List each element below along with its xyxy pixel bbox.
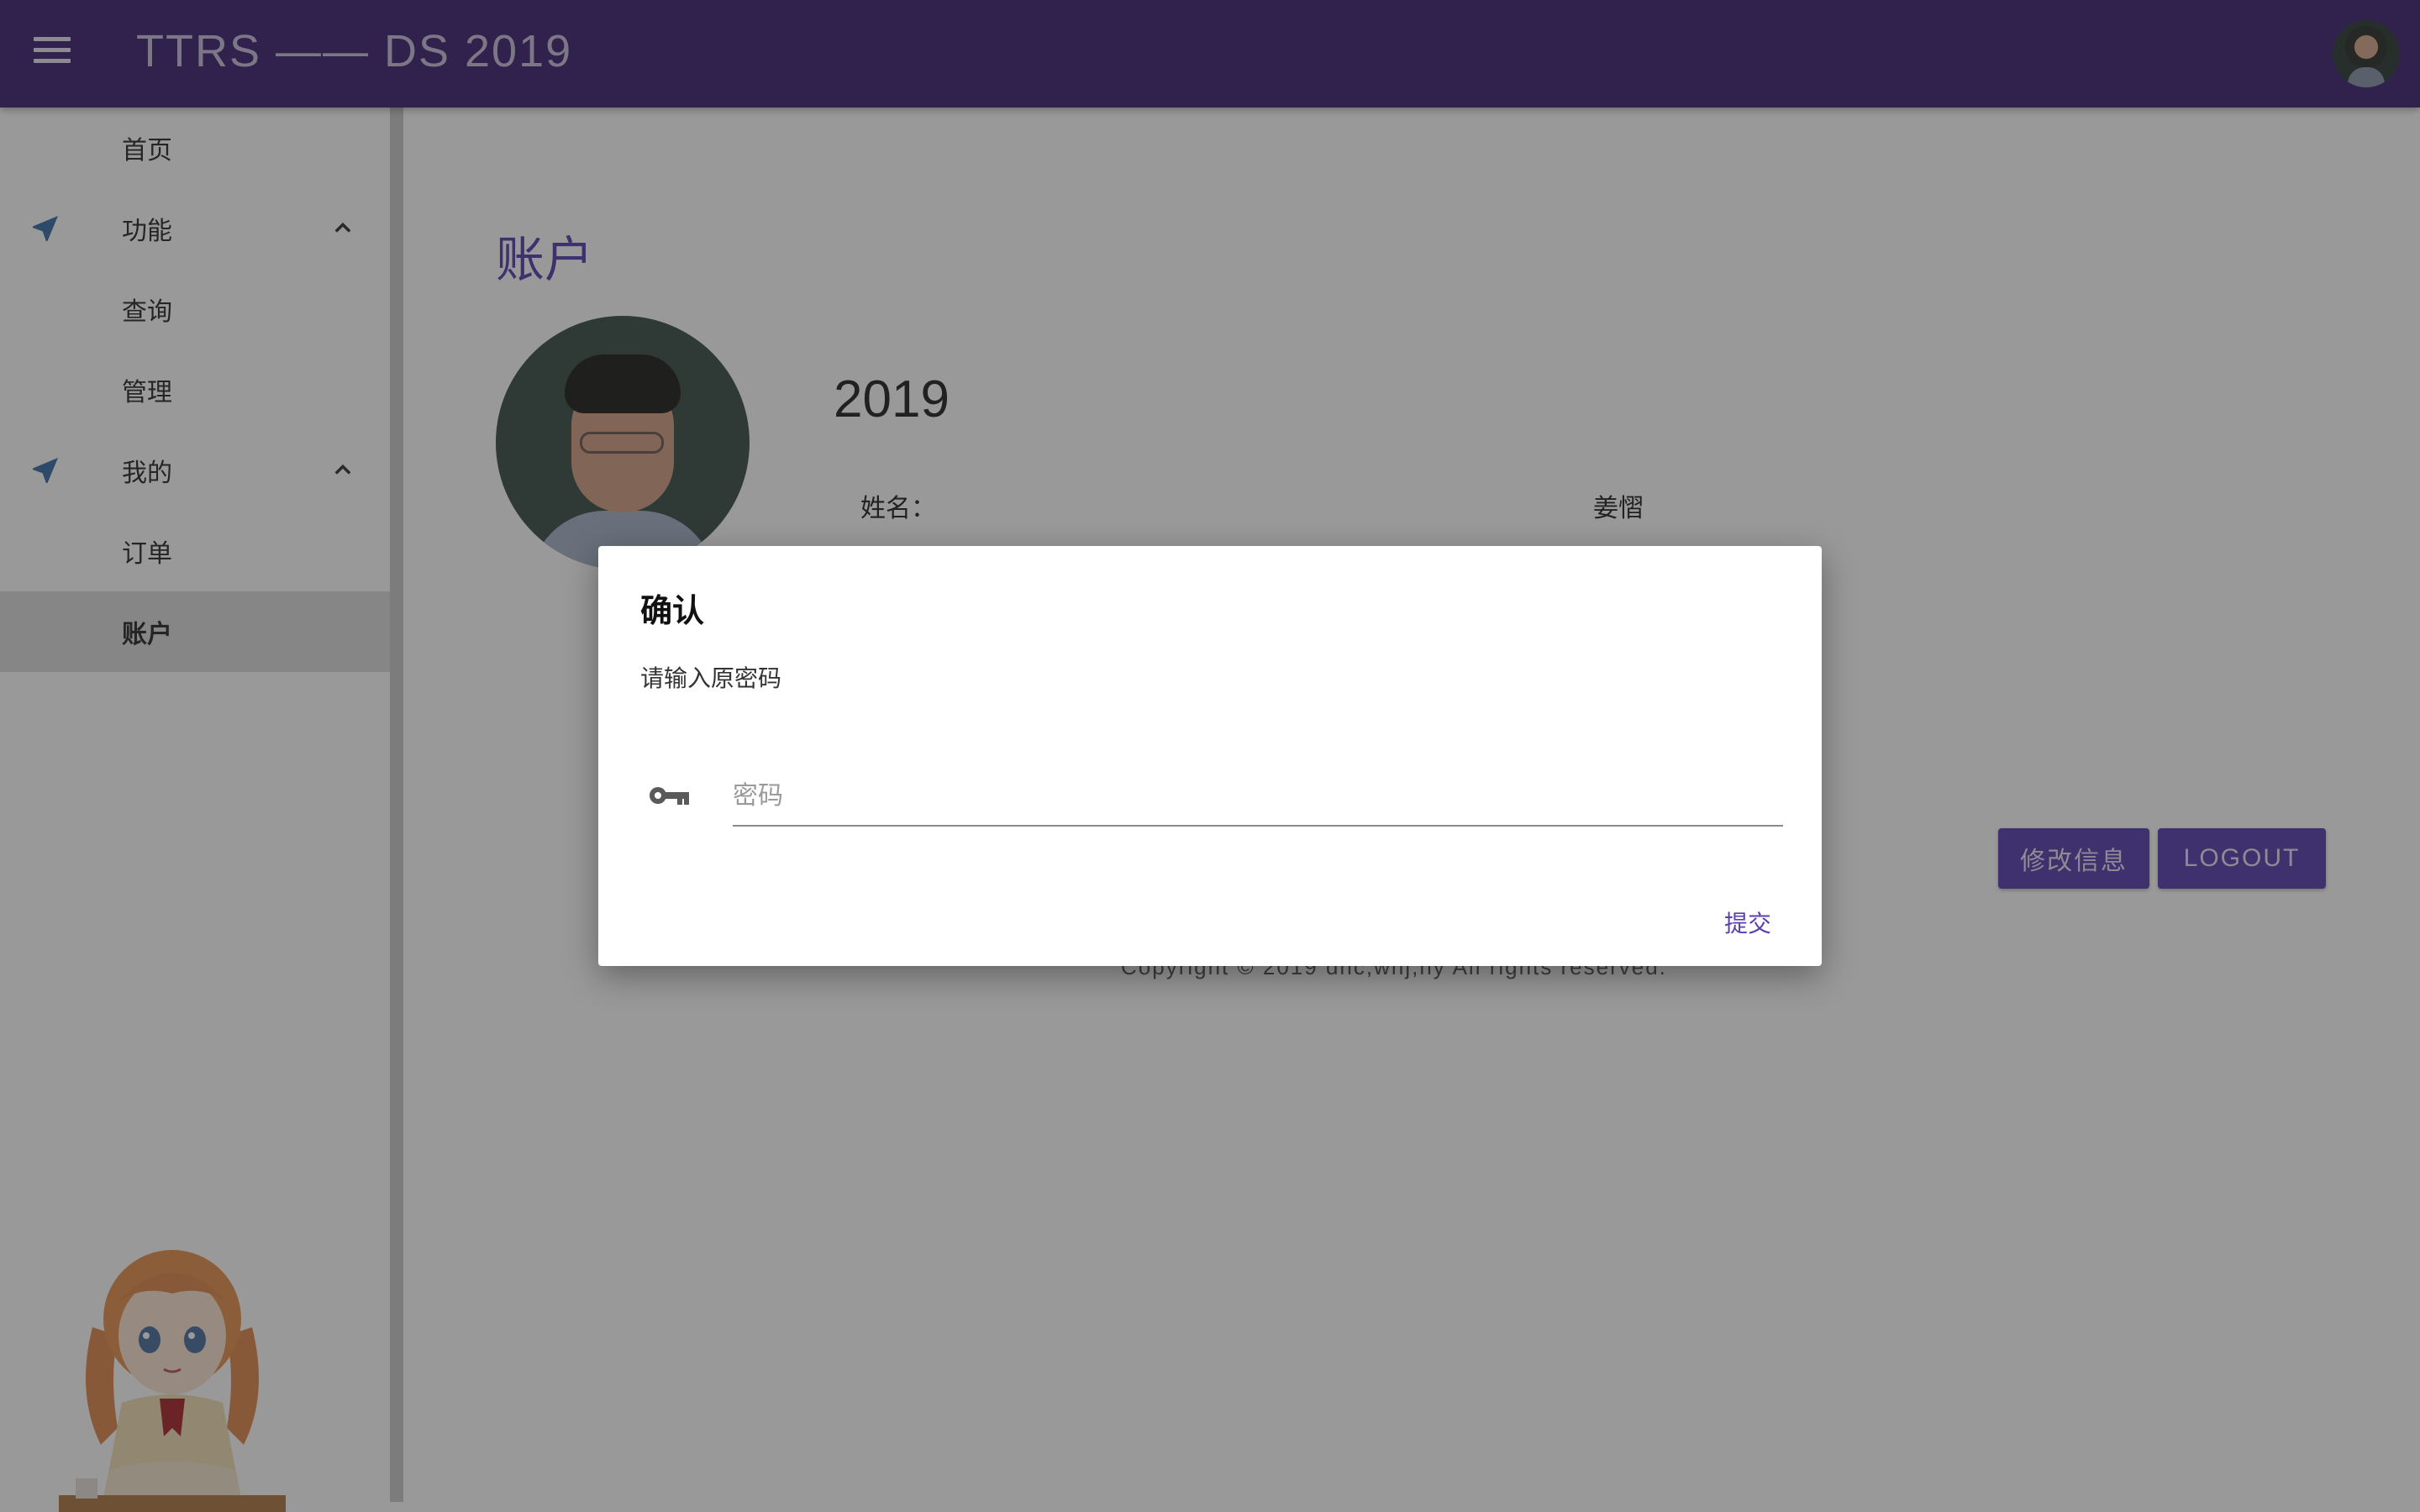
dialog-title: 确认: [640, 592, 705, 629]
confirm-dialog: 确认 请输入原密码 提交: [598, 546, 1822, 966]
password-input[interactable]: [733, 766, 1783, 827]
submit-button[interactable]: 提交: [1724, 906, 1771, 939]
dialog-message: 请输入原密码: [640, 664, 782, 692]
key-icon: [650, 787, 689, 805]
